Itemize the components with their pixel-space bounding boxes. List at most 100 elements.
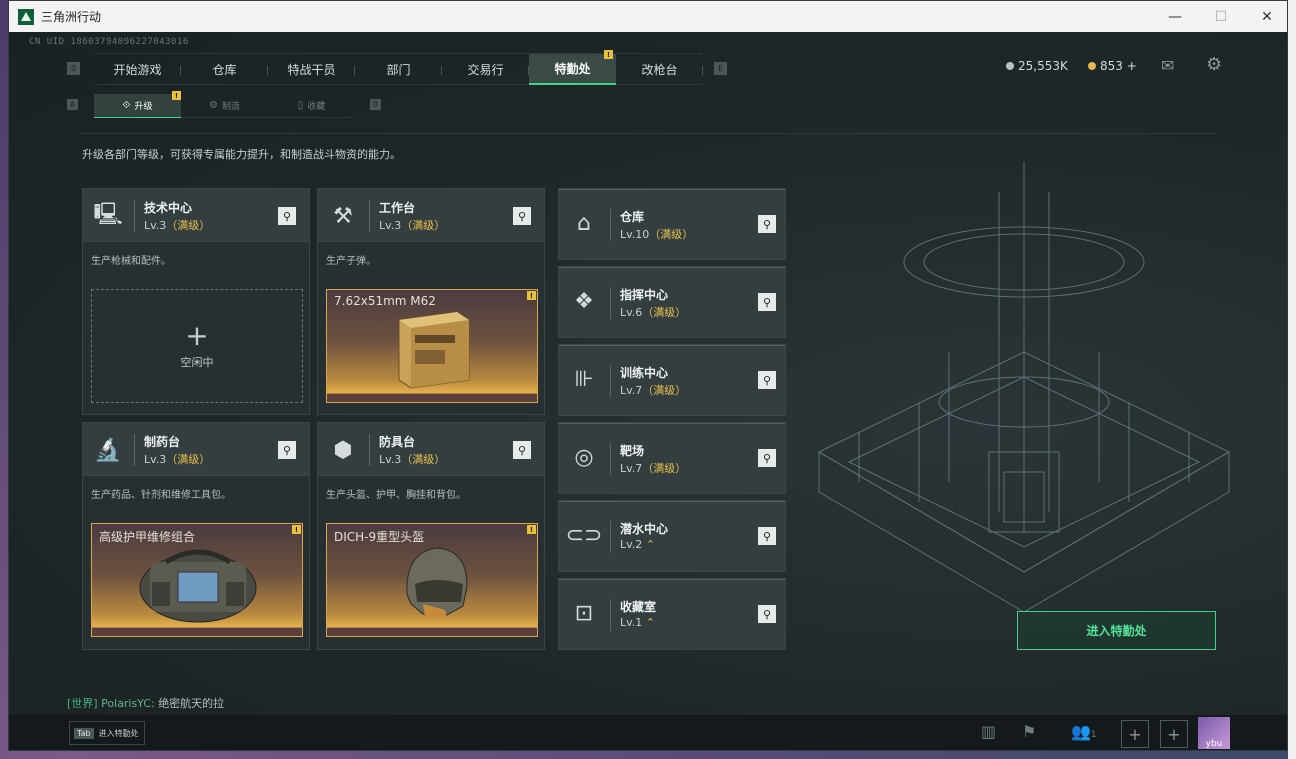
tab-warehouse[interactable]: 仓库 (181, 53, 268, 85)
divider (610, 287, 611, 319)
upgrade-badge: ! (172, 91, 181, 100)
gold-currency[interactable]: 853 + (1088, 59, 1137, 73)
production-slot-item[interactable]: 高级护甲维修组合 ! (91, 523, 303, 637)
tab-gunsmith[interactable]: 改枪台 (616, 53, 703, 85)
department-row-range[interactable]: ◎ 靶场 Lv.7（满级） ⚲ (558, 422, 786, 494)
department-card-tech[interactable]: 🖳 技术中心 Lv.3（满级） ⚲ 生产枪械和配件。 + 空闲中 (82, 188, 310, 415)
stats-icon[interactable]: ▥ (981, 722, 996, 741)
divider (81, 133, 1216, 134)
divider (610, 599, 611, 631)
player-uid: CN UID 18603794096227043016 (29, 37, 189, 47)
computer-icon: 🖳 (93, 202, 123, 227)
production-slot-item[interactable]: DICH-9重型头盔 ! (326, 523, 538, 637)
search-icon[interactable]: ⚲ (513, 207, 531, 225)
dumbbell-icon: ⊪ (574, 366, 594, 392)
department-level: Lv.7（满级） (620, 462, 687, 475)
card-header: 🔬 制药台 Lv.3（满级） ⚲ (83, 423, 309, 476)
collection-tab-icon: ▯ (297, 100, 304, 111)
avatar[interactable]: ybu (1198, 717, 1230, 749)
minimize-button[interactable]: — (1152, 1, 1198, 32)
divider (610, 521, 611, 553)
department-level: Lv.7（满级） (620, 384, 687, 397)
search-icon[interactable]: ⚲ (758, 215, 776, 233)
silver-coin-icon (1006, 62, 1014, 70)
department-card-armory[interactable]: ⬢ 防具台 Lv.3（满级） ⚲ 生产头盔、护甲、胸挂和背包。 DICH-9重型… (317, 422, 545, 650)
party-icon[interactable]: 👥1 (1071, 722, 1097, 741)
gear-icon[interactable]: ⚙ (1206, 54, 1222, 75)
nav-next-key[interactable]: E (714, 62, 727, 75)
chat-channel: [世界] (67, 697, 98, 710)
divider (610, 443, 611, 475)
divider (134, 200, 135, 232)
tab-hint-label: 进入特勤处 (98, 728, 139, 738)
nav-prev-key[interactable]: Q (67, 62, 80, 75)
chat-line[interactable]: [世界] PolarisYC: 绝密航天的拉 (67, 695, 224, 711)
search-icon[interactable]: ⚲ (513, 441, 531, 459)
tab-start-game[interactable]: 开始游戏 (94, 53, 181, 85)
subtab-upgrade[interactable]: ⟐ 升级 (94, 94, 181, 118)
tab-special-ops[interactable]: 特勤处 (529, 53, 616, 85)
ammo-box-icon (398, 311, 470, 389)
subnav-next-key[interactable]: D (370, 99, 381, 110)
bottom-bar: Tab 进入特勤处 ▥ ⚑ 👥1 + + ybu (9, 715, 1287, 750)
subnav-prev-key[interactable]: A (67, 99, 78, 110)
command-icon: ❖ (574, 288, 594, 314)
tools-icon: ⚒ (333, 203, 353, 229)
gold-coin-icon (1088, 62, 1096, 70)
department-row-collection[interactable]: ⊡ 收藏室 Lv.1 ⌃ ⚲ (558, 578, 786, 650)
production-slot-empty[interactable]: + 空闲中 (91, 289, 303, 403)
tab-trading[interactable]: 交易行 (442, 53, 529, 85)
search-icon[interactable]: ⚲ (758, 371, 776, 389)
divider (610, 209, 611, 241)
close-button[interactable]: ✕ (1244, 1, 1287, 32)
production-slot-item[interactable]: 7.62x51mm M62 ! (326, 289, 538, 403)
search-icon[interactable]: ⚲ (278, 441, 296, 459)
divider (134, 434, 135, 466)
department-row-command[interactable]: ❖ 指挥中心 Lv.6（满级） ⚲ (558, 266, 786, 338)
card-title: 制药台 (144, 435, 181, 449)
department-row-training[interactable]: ⊪ 训练中心 Lv.7（满级） ⚲ (558, 344, 786, 416)
search-icon[interactable]: ⚲ (758, 527, 776, 545)
card-description: 生产枪械和配件。 (91, 256, 171, 267)
department-name: 收藏室 (620, 600, 657, 614)
card-title: 技术中心 (144, 201, 193, 215)
collection-icon: ⊡ (574, 600, 594, 626)
app-logo-icon (18, 8, 34, 25)
card-title: 工作台 (379, 201, 416, 215)
department-level: Lv.6（满级） (620, 306, 687, 319)
sub-nav: ⟐ 升级 ⚙ 制造 ▯ 收藏 (94, 94, 355, 118)
maximize-button[interactable]: ☐ (1198, 1, 1244, 32)
silver-currency[interactable]: 25,553K (1006, 59, 1068, 73)
flag-icon[interactable]: ⚑ (1022, 722, 1036, 741)
mail-icon[interactable]: ✉ (1161, 56, 1174, 75)
department-level: Lv.2 ⌃ (620, 538, 655, 551)
card-description: 生产头盔、护甲、胸挂和背包。 (326, 490, 466, 501)
tab-hotkey-hint[interactable]: Tab 进入特勤处 (69, 721, 145, 745)
repair-kit-bag-icon (139, 549, 257, 623)
department-card-pharmacy[interactable]: 🔬 制药台 Lv.3（满级） ⚲ 生产药品、针剂和维修工具包。 高级护甲维修组合… (82, 422, 310, 650)
card-header: ⬢ 防具台 Lv.3（满级） ⚲ (318, 423, 544, 476)
department-name: 靶场 (620, 444, 645, 458)
background-window-edge (1288, 0, 1296, 759)
department-row-diving[interactable]: ⊂⊃ 潜水中心 Lv.2 ⌃ ⚲ (558, 500, 786, 572)
card-level: Lv.3（满级） (144, 219, 211, 232)
enter-special-ops-button[interactable]: 进入特勤处 (1017, 611, 1216, 650)
facility-blueprint-image (817, 162, 1231, 613)
search-icon[interactable]: ⚲ (278, 207, 296, 225)
subtab-craft[interactable]: ⚙ 制造 (181, 94, 268, 118)
search-icon[interactable]: ⚲ (758, 605, 776, 623)
department-row-warehouse[interactable]: ⌂ 仓库 Lv.10（满级） ⚲ (558, 188, 786, 260)
title-bar: 三角洲行动 — ☐ ✕ (9, 1, 1287, 32)
invite-slot-2-button[interactable]: + (1160, 720, 1188, 748)
game-area: CN UID 18603794096227043016 Q 开始游戏 仓库 特战… (9, 32, 1287, 750)
invite-slot-1-button[interactable]: + (1121, 720, 1149, 748)
department-card-workbench[interactable]: ⚒ 工作台 Lv.3（满级） ⚲ 生产子弹。 7.62x51mm M62 ! (317, 188, 545, 415)
upgrade-icon: ⟐ (122, 100, 131, 111)
search-icon[interactable]: ⚲ (758, 449, 776, 467)
subtab-collection[interactable]: ▯ 收藏 (268, 94, 355, 118)
department-name: 指挥中心 (620, 288, 669, 302)
tab-departments[interactable]: 部门 (355, 53, 442, 85)
tab-operators[interactable]: 特战干员 (268, 53, 355, 85)
divider (610, 365, 611, 397)
search-icon[interactable]: ⚲ (758, 293, 776, 311)
